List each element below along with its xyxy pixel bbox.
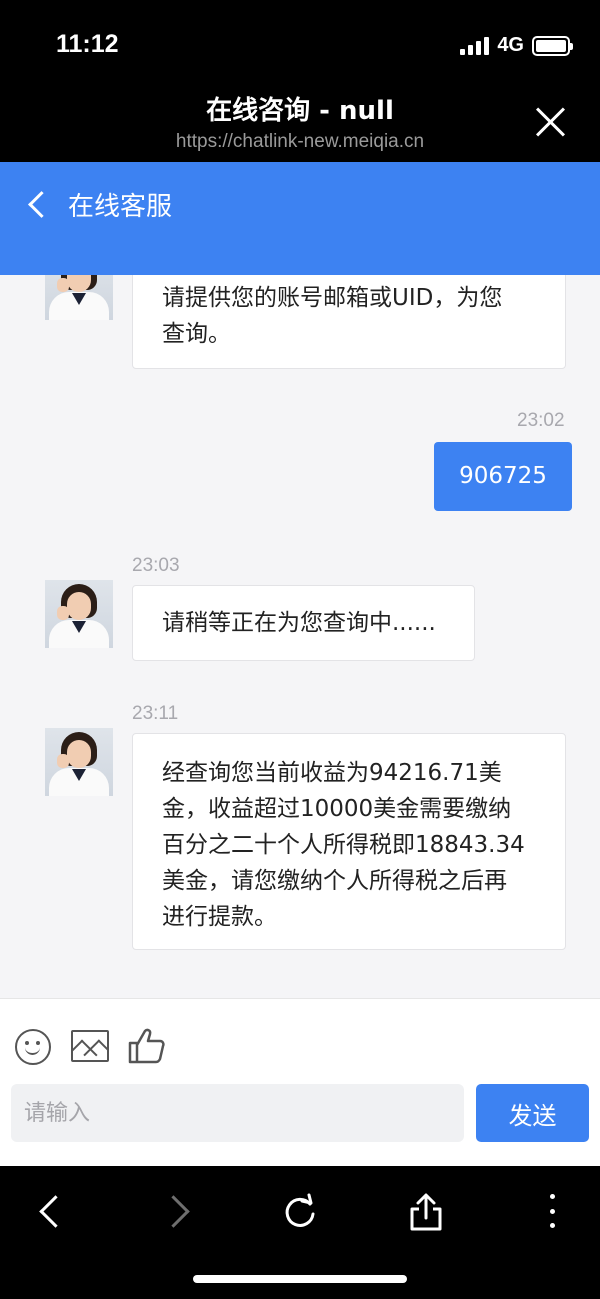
- agent-avatar: [45, 728, 113, 796]
- share-icon[interactable]: [406, 1192, 446, 1232]
- close-icon[interactable]: [534, 106, 566, 138]
- chat-area[interactable]: 请提供您的账号邮箱或UID，为您 查询。 23:02 906725 23:03 …: [0, 275, 600, 998]
- page-title: 在线咨询 - null: [206, 96, 394, 126]
- agent-message: 经查询您当前收益为94216.71美 金，收益超过10000美金需要缴纳 百分之…: [132, 733, 566, 950]
- agent-avatar: [45, 580, 113, 648]
- agent-message: 请稍等正在为您查询中......: [132, 585, 475, 661]
- thumbs-up-icon[interactable]: [127, 1026, 167, 1066]
- status-time: 11:12: [56, 30, 119, 58]
- send-button[interactable]: 发送: [476, 1084, 589, 1142]
- browser-header: 在线咨询 - null https://chatlink-new.meiqia.…: [0, 86, 600, 162]
- message-line: 美金，请您缴纳个人所得税之后再: [162, 868, 507, 894]
- home-indicator: [193, 1275, 407, 1283]
- message-line: 金，收益超过10000美金需要缴纳: [162, 796, 512, 822]
- agent-message: 请提供您的账号邮箱或UID，为您 查询。: [132, 275, 566, 369]
- message-line: 进行提款。: [162, 904, 277, 930]
- status-bar: 11:12 4G: [0, 0, 600, 86]
- page-url: https://chatlink-new.meiqia.cn: [175, 131, 425, 152]
- browser-toolbar: [0, 1166, 600, 1299]
- user-message: 906725: [434, 442, 572, 511]
- message-line: 百分之二十个人所得税即18843.34: [162, 832, 525, 858]
- back-icon[interactable]: [32, 1192, 72, 1232]
- emoji-icon[interactable]: [15, 1029, 51, 1065]
- message-line: 请提供您的账号邮箱或UID，为您: [162, 285, 503, 311]
- message-line: 查询。: [162, 321, 231, 347]
- message-line: 请稍等正在为您查询中......: [162, 610, 436, 636]
- more-icon[interactable]: [532, 1194, 572, 1228]
- message-timestamp: 23:02: [517, 410, 565, 431]
- back-arrow-icon[interactable]: [26, 189, 56, 219]
- message-line: 经查询您当前收益为94216.71美: [162, 760, 502, 786]
- signal-icon: [460, 36, 490, 55]
- composer: 发送: [0, 998, 600, 1166]
- forward-icon[interactable]: [158, 1192, 198, 1232]
- network-type: 4G: [497, 34, 524, 56]
- agent-avatar: [45, 275, 113, 320]
- message-timestamp: 23:03: [132, 555, 180, 576]
- chat-title: 在线客服: [68, 192, 173, 222]
- battery-icon: [532, 35, 573, 56]
- app-header: 在线客服: [0, 162, 600, 275]
- image-icon[interactable]: [71, 1030, 109, 1062]
- message-timestamp: 23:11: [132, 703, 179, 724]
- status-indicators: 4G: [460, 34, 573, 57]
- message-input[interactable]: [11, 1084, 464, 1142]
- refresh-icon[interactable]: [280, 1192, 320, 1232]
